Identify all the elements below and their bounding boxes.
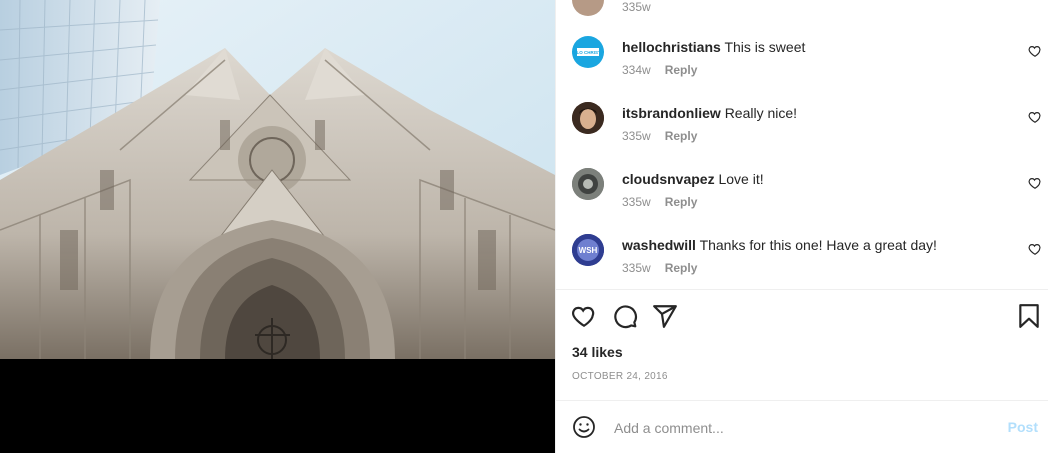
comment-time[interactable]: 335w — [622, 261, 651, 275]
comments-list: 335w HELLO CHRISTIAN hellochristians Thi… — [556, 0, 1048, 290]
like-comment-heart-icon[interactable] — [1028, 242, 1042, 256]
comment-item: HELLO CHRISTIAN hellochristians This is … — [556, 30, 1048, 96]
comment-time[interactable]: 334w — [622, 63, 651, 77]
post-media — [0, 0, 555, 453]
comment-meta: 335w Reply — [622, 129, 697, 143]
comment-item: cloudsnvapez Love it! 335w Reply — [556, 162, 1048, 228]
hellochristians-logo-icon: HELLO CHRISTIAN — [572, 48, 604, 56]
cathedral-photo — [0, 0, 555, 359]
emoji-icon[interactable] — [572, 415, 596, 439]
like-comment-heart-icon[interactable] — [1028, 110, 1042, 124]
comment-item: itsbrandonliew Really nice! 335w Reply — [556, 96, 1048, 162]
avatar[interactable] — [572, 168, 604, 200]
svg-text:WSH: WSH — [579, 246, 598, 255]
comment-username[interactable]: itsbrandonliew — [622, 105, 721, 121]
reply-button[interactable]: Reply — [665, 195, 698, 209]
avatar[interactable]: HELLO CHRISTIAN — [572, 36, 604, 68]
reply-button[interactable]: Reply — [665, 261, 698, 275]
post-date[interactable]: OCTOBER 24, 2016 — [572, 371, 668, 382]
reply-button[interactable]: Reply — [665, 129, 698, 143]
comment-time[interactable]: 335w — [622, 195, 651, 209]
comment-time: 335w — [622, 0, 651, 14]
svg-text:HELLO CHRISTIAN: HELLO CHRISTIAN — [572, 50, 604, 55]
washed-logo-icon: WSH — [572, 234, 604, 266]
avatar[interactable] — [572, 102, 604, 134]
share-icon[interactable] — [652, 303, 678, 329]
comment-text: Love it! — [718, 171, 764, 187]
bookmark-icon[interactable] — [1016, 303, 1042, 329]
comment-icon[interactable] — [612, 303, 638, 329]
add-comment-bar: Post — [556, 401, 1048, 453]
comment-username[interactable]: cloudsnvapez — [622, 171, 715, 187]
comment-text: This is sweet — [724, 39, 806, 55]
comment-text: Thanks for this one! Have a great day! — [699, 237, 937, 253]
like-comment-heart-icon[interactable] — [1028, 176, 1042, 190]
reply-button[interactable]: Reply — [665, 63, 698, 77]
avatar[interactable]: WSH — [572, 234, 604, 266]
comment-meta: 334w Reply — [622, 63, 697, 77]
vape-photo-icon — [572, 168, 604, 200]
avatar[interactable] — [572, 0, 604, 16]
person-photo-icon — [572, 102, 604, 134]
comment-item: 335w — [556, 0, 1048, 30]
comment-input[interactable] — [612, 415, 976, 441]
comment-meta: 335w — [622, 0, 651, 14]
heart-icon[interactable] — [571, 303, 597, 329]
post-side-panel: 335w HELLO CHRISTIAN hellochristians Thi… — [555, 0, 1048, 453]
comment-time[interactable]: 335w — [622, 129, 651, 143]
comment-text: Really nice! — [724, 105, 798, 121]
comment-meta: 335w Reply — [622, 195, 697, 209]
comment-username[interactable]: washedwill — [622, 237, 696, 253]
like-comment-heart-icon[interactable] — [1028, 44, 1042, 58]
comment-username[interactable]: hellochristians — [622, 39, 721, 55]
post-actions: 34 likes OCTOBER 24, 2016 — [556, 290, 1048, 400]
likes-count[interactable]: 34 likes — [572, 344, 623, 360]
comment-meta: 335w Reply — [622, 261, 697, 275]
post-comment-button[interactable]: Post — [1008, 419, 1038, 435]
comment-item: WSH washedwill Thanks for this one! Have… — [556, 228, 1048, 290]
